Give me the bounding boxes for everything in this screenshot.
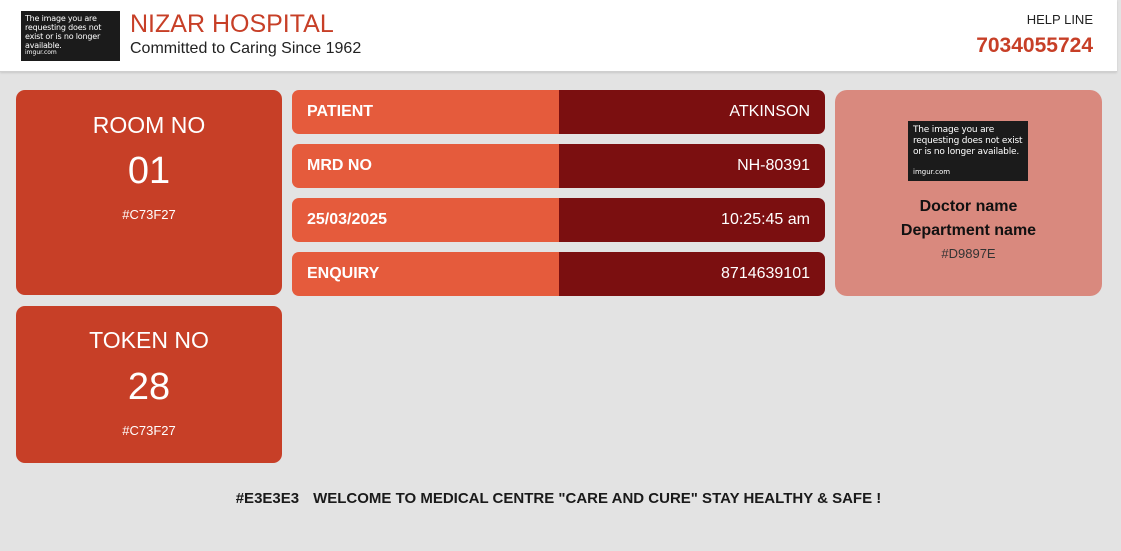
patient-label: PATIENT	[292, 90, 559, 134]
hospital-logo-image: The image you are requesting does not ex…	[21, 11, 120, 61]
token-number-label: TOKEN NO	[89, 327, 209, 353]
helpline-number[interactable]: 7034055724	[976, 34, 1093, 58]
doctor-name: Doctor name	[919, 198, 1018, 215]
footer-ticker: #E3E3E3 WELCOME TO MEDICAL CENTRE "CARE A…	[0, 490, 1117, 508]
logo-image-source: imgur.com	[25, 49, 57, 56]
current-time: 10:25:45 am	[559, 198, 825, 242]
enquiry-number[interactable]: 8714639101	[559, 252, 825, 296]
room-panel-color-code: #C73F27	[122, 207, 176, 222]
hospital-tagline: Committed to Caring Since 1962	[130, 40, 362, 57]
patient-row: PATIENT ATKINSON	[292, 90, 825, 134]
doctor-photo: The image you are requesting does not ex…	[908, 121, 1028, 181]
token-number-value: 28	[127, 366, 171, 408]
doctor-card: The image you are requesting does not ex…	[835, 90, 1102, 296]
mrd-row: MRD NO NH-80391	[292, 144, 825, 188]
room-number-label: ROOM NO	[92, 112, 206, 138]
token-panel-color-code: #C73F27	[122, 423, 176, 438]
hospital-name: NIZAR HOSPITAL	[130, 10, 334, 38]
token-number-panel: TOKEN NO 28 #C73F27	[16, 306, 282, 463]
mrd-label: MRD NO	[292, 144, 559, 188]
enquiry-label: ENQUIRY	[292, 252, 559, 296]
doctor-photo-source: imgur.com	[913, 168, 951, 176]
room-number-value: 01	[127, 150, 171, 192]
app-header: The image you are requesting does not ex…	[0, 0, 1117, 72]
doctor-card-color-code: #D9897E	[941, 246, 996, 261]
enquiry-row: ENQUIRY 8714639101	[292, 252, 825, 296]
helpline-label: HELP LINE	[1026, 12, 1093, 27]
mrd-number: NH-80391	[559, 144, 825, 188]
patient-name: ATKINSON	[559, 90, 825, 134]
welcome-message: WELCOME TO MEDICAL CENTRE "CARE AND CURE…	[313, 490, 882, 507]
department-name: Department name	[900, 222, 1037, 239]
date-time-row: 25/03/2025 10:25:45 am	[292, 198, 825, 242]
logo-missing-image-message: The image you are requesting does not ex…	[25, 14, 102, 50]
current-date: 25/03/2025	[292, 198, 559, 242]
doctor-photo-missing-message: The image you are requesting does not ex…	[913, 125, 1023, 157]
page-background-color-code: #E3E3E3	[235, 490, 300, 507]
room-number-panel: ROOM NO 01 #C73F27	[16, 90, 282, 295]
